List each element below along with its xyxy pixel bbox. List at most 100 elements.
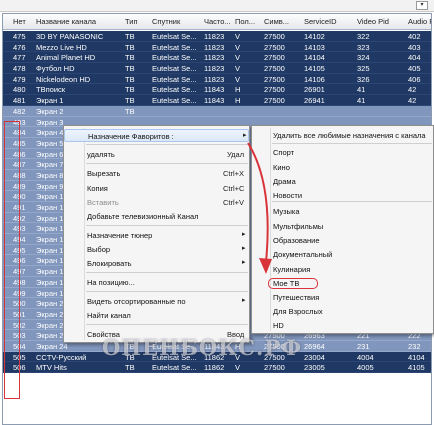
chevron-right-icon: ▸ — [243, 132, 247, 139]
table-row[interactable]: 482 Экран 2 TB — [3, 105, 431, 117]
menu-item-add-tv-channel[interactable]: Добавьте телевизионный Канал — [64, 210, 249, 223]
submenu-item-education[interactable]: Образование — [252, 234, 433, 247]
frequency-cell: 11843 — [204, 96, 225, 106]
submenu-item-label: Для Взрослых — [273, 307, 323, 316]
submenu-item-drama[interactable]: Драма — [252, 175, 433, 188]
menu-item-select[interactable]: Выбор ▸ — [64, 243, 249, 256]
serviceid-cell: 14102 — [304, 32, 325, 41]
number-cell: 475 — [13, 32, 26, 41]
audiopid-cell: 4104 — [408, 352, 425, 362]
name-cell: Экран 24 — [36, 341, 68, 351]
number-cell: 494 — [13, 235, 26, 245]
submenu-item-label: Кулинария — [273, 265, 311, 274]
submenu-item-music[interactable]: Музыка — [252, 205, 433, 218]
table-row[interactable]: 505 CCTV-Русский TB Eutelsat Se... 11862 V 275… — [3, 351, 431, 363]
menu-separator — [86, 272, 248, 273]
number-cell: 506 — [13, 363, 26, 373]
polarization-cell: V — [235, 352, 241, 362]
table-row[interactable]: 475 3D BY PANASONIC TB Eutelsat Se... 11823 V… — [3, 31, 431, 42]
menu-item-sort-by[interactable]: Видеть отсортированные по ▸ — [64, 295, 249, 308]
polarization-cell: V — [235, 64, 241, 74]
submenu-item-label: Драма — [273, 177, 296, 186]
submenu-item-cooking[interactable]: Кулинария — [252, 263, 433, 276]
header-col-audiopid[interactable]: Audio Pid — [408, 17, 431, 26]
header-col-symbolrate[interactable]: Симв... — [264, 17, 302, 26]
audiopid-cell: 402 — [408, 32, 421, 41]
header-col-frequency[interactable]: Часто... — [204, 17, 233, 26]
number-cell: 490 — [13, 192, 26, 202]
name-cell: CCTV-Русский — [36, 352, 87, 362]
table-row[interactable]: 481 Экран 1 TB Eutelsat Se... 11843 H 27500 269… — [3, 95, 431, 106]
type-cell: TB — [125, 74, 135, 84]
frequency-cell: 11843 — [204, 341, 225, 351]
audiopid-cell: 42 — [408, 96, 417, 106]
table-row[interactable]: 476 Mezzo Live HD TB Eutelsat Se... 11823 V 27… — [3, 41, 431, 53]
menu-item-lock[interactable]: Блокировать ▸ — [64, 257, 249, 270]
name-cell: ТВпоиск — [36, 85, 66, 95]
header-col-channel-name[interactable]: Название канала — [36, 17, 122, 26]
table-row[interactable]: 506 MTV Hits TB Eutelsat Se... 11862 V 27500 23… — [3, 362, 431, 373]
submenu-item-cinema[interactable]: Кино — [252, 161, 433, 174]
menu-item-assign-tuner[interactable]: Назначение тюнер ▸ — [64, 229, 249, 242]
header-col-serviceid[interactable]: ServiceID — [304, 17, 355, 26]
chevron-right-icon: ▸ — [242, 231, 246, 238]
table-row[interactable]: 480 ТВпоиск TB Eutelsat Se... 11843 H 27500 269… — [3, 84, 431, 96]
frequency-cell: 11862 — [204, 363, 225, 373]
menu-item-find-channel[interactable]: Найти канал — [64, 309, 249, 322]
number-cell: 505 — [13, 352, 26, 362]
chevron-right-icon: ▸ — [242, 259, 246, 266]
menu-item-paste[interactable]: Вставить Ctrl+V — [64, 196, 249, 209]
menu-separator — [272, 143, 432, 144]
satellite-cell: Eutelsat Se... — [152, 53, 197, 63]
menu-separator — [86, 225, 248, 226]
type-cell: TB — [125, 341, 135, 351]
submenu-item-label: Документальный — [273, 250, 333, 259]
number-cell: 476 — [13, 42, 26, 52]
symbolrate-cell: 27500 — [264, 74, 285, 84]
menu-item-cut[interactable]: Вырезать Ctrl+X — [64, 167, 249, 180]
menu-item-copy[interactable]: Копия Ctrl+C — [64, 182, 249, 195]
menu-item-delete[interactable]: удалять Удал — [64, 148, 249, 161]
dropdown-button[interactable]: ▾ — [416, 1, 428, 10]
table-row[interactable]: 477 Animal Planet HD TB Eutelsat Se... 11823… — [3, 52, 431, 64]
menu-item-label: Видеть отсортированные по — [87, 297, 186, 306]
table-row[interactable]: 478 Футбол HD TB Eutelsat Se... 11823 V 27500 1… — [3, 63, 431, 74]
submenu-item-sport[interactable]: Спорт — [252, 146, 433, 159]
header-col-satellite[interactable]: Спутник — [152, 17, 202, 26]
serviceid-cell: 14103 — [304, 42, 325, 52]
header-col-type[interactable]: Тип — [125, 17, 150, 26]
submenu-item-news[interactable]: Новости — [252, 189, 433, 202]
serviceid-cell: 23004 — [304, 352, 325, 362]
submenu-item-travel[interactable]: Путешествия — [252, 291, 433, 304]
header-col-videopid[interactable]: Video Pid — [357, 17, 406, 26]
type-cell: TB — [125, 96, 135, 106]
submenu-item-my-tv[interactable]: Мое ТВ — [252, 277, 433, 290]
header-col-number[interactable]: Нет — [13, 17, 35, 26]
submenu-item-cartoons[interactable]: Мультфильмы — [252, 220, 433, 233]
symbolrate-cell: 27500 — [264, 42, 285, 52]
submenu-item-adults[interactable]: Для Взрослых — [252, 305, 433, 318]
name-cell: Экран 2 — [36, 106, 64, 116]
menu-item-properties[interactable]: Свойства Ввод — [64, 328, 249, 341]
submenu-item-hd[interactable]: HD — [252, 319, 433, 332]
header-col-polarization[interactable]: Пол... — [235, 17, 262, 26]
name-cell: Экран 1 — [36, 96, 64, 106]
symbolrate-cell: 27500 — [264, 32, 285, 41]
polarization-cell: V — [235, 53, 241, 63]
frequency-cell: 11823 — [204, 53, 225, 63]
menu-item-go-to-position[interactable]: На позицию... — [64, 276, 249, 289]
submenu-item-label: Спорт — [273, 148, 295, 157]
symbolrate-cell: 27500 — [264, 64, 285, 74]
number-cell: 491 — [13, 203, 26, 212]
menu-item-shortcut: Ctrl+C — [223, 184, 245, 193]
submenu-item-documentary[interactable]: Документальный — [252, 248, 433, 261]
table-row[interactable]: 479 Nickelodeon HD TB Eutelsat Se... 11823 V 2… — [3, 73, 431, 85]
favorites-submenu: Удалить все любимые назначения с канала С… — [251, 125, 434, 334]
menu-item-assign-favorites[interactable]: Назначение Фаворитов : ▸ — [64, 129, 249, 142]
symbolrate-cell: 27500 — [264, 352, 285, 362]
submenu-item-remove-all[interactable]: Удалить все любимые назначения с канала — [252, 129, 433, 142]
number-cell: 478 — [13, 64, 26, 74]
menu-separator — [86, 163, 248, 164]
type-cell: TB — [125, 352, 135, 362]
number-cell: 504 — [13, 341, 26, 351]
